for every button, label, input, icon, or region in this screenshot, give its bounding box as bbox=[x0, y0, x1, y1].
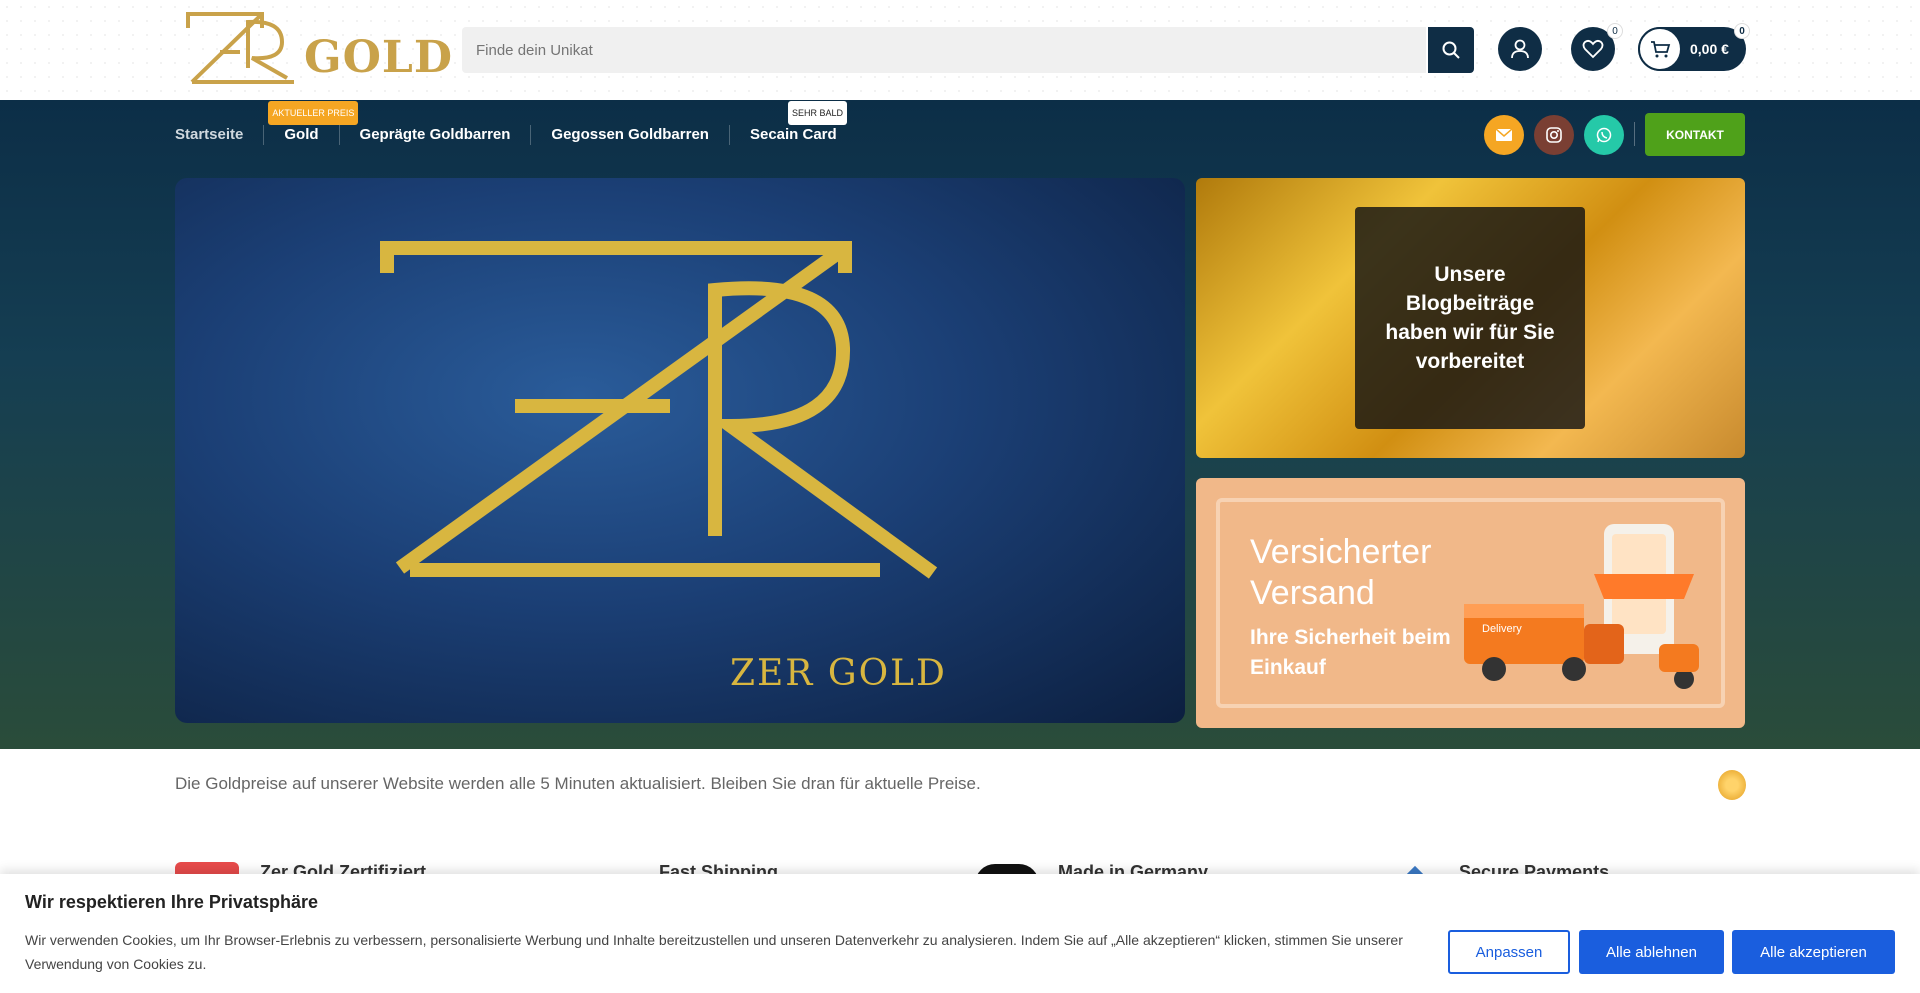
wishlist-button[interactable]: 0 bbox=[1571, 23, 1623, 71]
email-button[interactable] bbox=[1484, 115, 1524, 155]
cookie-banner: Wir respektieren Ihre Privatsphäre Wir v… bbox=[0, 874, 1920, 993]
search-bar bbox=[462, 27, 1426, 73]
wishlist-count: 0 bbox=[1607, 23, 1623, 39]
delivery-truck-icon: Delivery bbox=[1464, 524, 1699, 689]
nav-label: Gold bbox=[284, 126, 319, 143]
search-icon bbox=[1442, 41, 1460, 59]
nav-item-secain-card[interactable]: SEHR BALD Secain Card bbox=[730, 101, 857, 145]
search-input[interactable] bbox=[462, 27, 1426, 73]
cart-icon-wrap bbox=[1638, 27, 1682, 71]
shipping-promo-card[interactable]: Versicherter Versand Ihre Sicherheit bei… bbox=[1196, 478, 1745, 728]
coin-icon bbox=[1718, 770, 1746, 800]
nav-item-startseite[interactable]: Startseite bbox=[175, 125, 265, 145]
cart-icon bbox=[1651, 41, 1671, 58]
gold-price-ticker: Die Goldpreise auf unserer Website werde… bbox=[175, 774, 981, 793]
truck-label: Delivery bbox=[1482, 623, 1522, 635]
nav-item-gegossen-goldbarren[interactable]: Gegossen Goldbarren bbox=[531, 125, 730, 145]
nav-tag-badge: SEHR BALD bbox=[787, 101, 847, 125]
cookie-accept-button[interactable]: Alle akzeptieren bbox=[1732, 930, 1895, 974]
mail-icon bbox=[1496, 129, 1512, 141]
account-button[interactable] bbox=[1498, 27, 1542, 71]
hero-banner[interactable]: ZER GOLD bbox=[175, 178, 1185, 723]
cart-button[interactable]: 0,00 € 0 bbox=[1638, 23, 1750, 71]
nav-label: Startseite bbox=[175, 126, 244, 143]
blog-promo-text: Unsere Blogbeiträge haben wir für Sie vo… bbox=[1355, 207, 1585, 429]
heart-icon bbox=[1582, 39, 1604, 59]
logo-monogram-icon bbox=[186, 12, 294, 84]
kontakt-button[interactable]: KONTAKT bbox=[1645, 113, 1745, 156]
whatsapp-icon bbox=[1596, 127, 1612, 143]
logo-wordmark: GOLD bbox=[304, 32, 453, 83]
user-icon bbox=[1511, 39, 1529, 59]
instagram-icon bbox=[1546, 127, 1562, 143]
cookie-text: Wir verwenden Cookies, um Ihr Browser-Er… bbox=[25, 932, 1403, 972]
cookie-reject-button[interactable]: Alle ablehnen bbox=[1579, 930, 1724, 974]
main-nav: Startseite AKTUELLER PREIS Gold Geprägte… bbox=[175, 100, 857, 170]
nav-item-gold[interactable]: AKTUELLER PREIS Gold bbox=[264, 101, 359, 145]
nav-item-gepraegte-goldbarren[interactable]: Geprägte Goldbarren bbox=[340, 125, 532, 145]
top-header: GOLD 0 0,00 € 0 bbox=[0, 0, 1920, 100]
cart-total: 0,00 € bbox=[1690, 41, 1729, 57]
nav-label: Gegossen Goldbarren bbox=[551, 126, 709, 143]
cookie-title: Wir respektieren Ihre Privatsphäre bbox=[25, 892, 318, 912]
search-button[interactable] bbox=[1428, 27, 1474, 73]
site-logo[interactable]: GOLD bbox=[182, 10, 452, 90]
nav-divider bbox=[1634, 122, 1635, 146]
nav-label: Secain Card bbox=[749, 126, 837, 143]
nav-tag-badge: AKTUELLER PREIS bbox=[268, 101, 359, 125]
nav-label: Geprägte Goldbarren bbox=[359, 126, 511, 143]
cart-count: 0 bbox=[1734, 23, 1750, 39]
cookie-customize-button[interactable]: Anpassen bbox=[1448, 930, 1570, 974]
whatsapp-button[interactable] bbox=[1584, 115, 1624, 155]
brand-logo-icon bbox=[380, 241, 938, 579]
instagram-button[interactable] bbox=[1534, 115, 1574, 155]
banner-brand-text: ZER GOLD bbox=[730, 653, 947, 694]
blog-promo-card[interactable]: Unsere Blogbeiträge haben wir für Sie vo… bbox=[1196, 178, 1745, 458]
